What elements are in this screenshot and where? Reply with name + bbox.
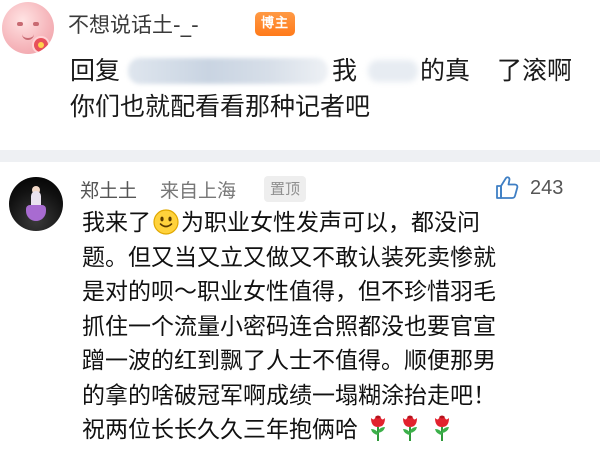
rose-emoji-icon [403,415,417,441]
commenter-name[interactable]: 郑土土 [80,176,137,203]
comment-separator [0,150,600,162]
avatar-mouth [22,32,34,40]
commenter-location: 来自上海 [160,180,237,202]
comment-line: 的拿的啥破冠军啊成绩一塌糊涂抬走吧！ [82,382,496,409]
comment-line: 抓住一个流量小密码连合照都没也要官宣 [82,313,496,340]
comment-item: 郑土土 来自上海 置顶 243 我来了 为职业女性发声可以，都没问 题。但又当又… [0,162,600,460]
blogger-username[interactable]: 不想说话土-_- [68,9,199,39]
flower-icon [34,38,48,52]
like-count: 243 [530,176,564,199]
avatar-eye [17,22,23,26]
comment-body: 我来了 为职业女性发声可以，都没问 题。但又当又立又做又不敢认装死卖惨就 是对的… [82,206,592,448]
comment-line: 蹭一波的红到飘了人士不值得。顺便那男 [82,348,496,374]
rose-emoji-icon [435,415,449,441]
commenter-avatar[interactable] [9,177,63,231]
avatar-eye [33,22,39,26]
like-button[interactable]: 243 [494,172,563,204]
smiley-emoji-icon [153,209,179,235]
comment-text-fragment: 我来了 [82,210,151,236]
blurred-text-mask [368,60,418,82]
comment-line: 题。但又当又立又做又不敢认装死卖惨就 [82,244,496,271]
blogger-avatar[interactable] [2,2,54,54]
thumbs-up-icon [496,176,519,199]
comment-line: 我来了 为职业女性发声可以，都没问 [82,206,592,241]
comment-line: 祝两位长长久久三年抱俩哈 [82,413,592,448]
blogger-reply-comment: 不想说话土-_- 博主 回复 我 的真 了滚啊 你们也就配看看那种记者吧 [0,0,600,150]
reply-text-fragment: 我 [332,56,358,85]
blogger-badge: 博主 [255,12,296,36]
reply-text-line-2: 你们也就配看看那种记者吧 [70,92,371,121]
reply-text-fragment: 了滚啊 [497,56,573,85]
reply-text-line-1: 回复 我 的真 了滚啊 [70,54,600,88]
reply-word: 回复 [70,56,121,85]
comment-line: 是对的呗～职业女性值得，但不珍惜羽毛 [82,279,496,305]
avatar-figure-dress [26,205,46,221]
comment-text-fragment: 为职业女性发声可以，都没问 [181,210,480,236]
rose-emoji-icon [371,415,385,441]
comment-text-fragment: 祝两位长长久久三年抱俩哈 [82,417,358,443]
blurred-username-mask [128,58,328,84]
reply-text-fragment: 的真 [420,56,471,85]
pinned-badge: 置顶 [264,176,307,202]
